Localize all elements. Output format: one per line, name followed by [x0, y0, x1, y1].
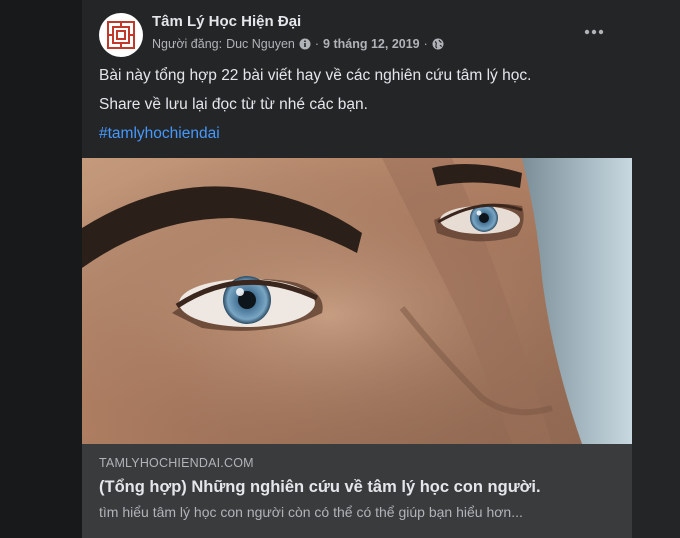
link-title[interactable]: (Tổng hợp) Những nghiên cứu về tâm lý họ…	[99, 478, 541, 497]
link-description: tìm hiểu tâm lý học con người còn có thể…	[99, 504, 523, 520]
meta-separator: ·	[423, 37, 428, 51]
link-preview-footer[interactable]: TAMLYHOCHIENDAI.COM (Tổng hợp) Những ngh…	[82, 444, 632, 538]
post-date-link[interactable]: 9 tháng 12, 2019	[323, 37, 420, 51]
globe-icon[interactable]	[432, 38, 444, 50]
post-text-line: Share về lưu lại đọc từ từ nhé các bạn.	[99, 96, 368, 113]
post-meta: Người đăng: Duc Nguyen · 9 tháng 12, 201…	[152, 37, 444, 51]
page-logo-icon	[107, 21, 135, 49]
page-name-link[interactable]: Tâm Lý Học Hiện Đại	[152, 13, 301, 30]
more-horizontal-icon	[584, 29, 604, 35]
right-side-panel	[632, 0, 680, 538]
more-options-button[interactable]	[578, 20, 610, 44]
author-link[interactable]: Duc Nguyen	[226, 37, 295, 51]
link-preview-image[interactable]	[82, 158, 632, 444]
feed-post: Tâm Lý Học Hiện Đại Người đăng: Duc Nguy…	[82, 0, 632, 538]
info-badge-icon[interactable]	[299, 38, 311, 50]
page-avatar[interactable]	[99, 13, 143, 57]
post-header: Tâm Lý Học Hiện Đại Người đăng: Duc Nguy…	[82, 0, 632, 60]
posted-by-label: Người đăng:	[152, 37, 223, 51]
meta-separator: ·	[314, 37, 320, 51]
link-domain: TAMLYHOCHIENDAI.COM	[99, 456, 254, 470]
hashtag-link[interactable]: #tamlyhochiendai	[99, 125, 220, 143]
post-text-line: Bài này tổng hợp 22 bài viết hay về các …	[99, 67, 532, 84]
eyes-photo	[82, 158, 632, 444]
